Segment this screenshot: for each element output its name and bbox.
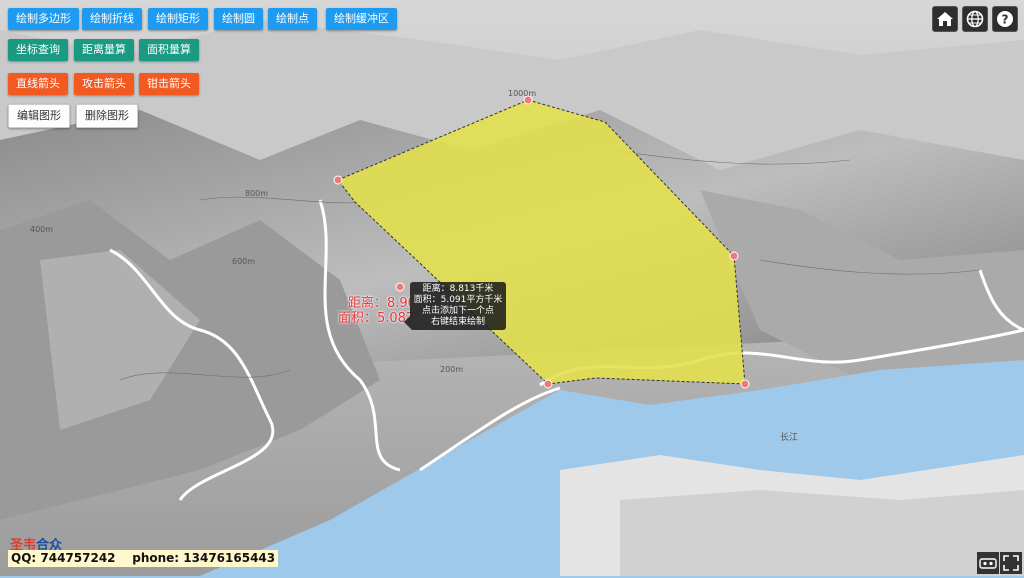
vertex-marker[interactable] xyxy=(740,379,750,389)
draw-polygon-button[interactable]: 绘制多边形 xyxy=(8,8,79,30)
tooltip-hint-add: 点击添加下一个点 xyxy=(421,306,494,316)
tooltip-area: 面积：5.091平方千米 xyxy=(413,295,503,305)
area-measure-label: 面积：5.087 xyxy=(338,311,415,326)
home-icon[interactable] xyxy=(932,6,958,32)
tooltip-distance: 距离：8.813千米 xyxy=(422,284,494,294)
distance-measure-button[interactable]: 距离量算 xyxy=(74,39,134,61)
cursor-vertex-marker[interactable] xyxy=(395,282,405,292)
attack-arrow-button[interactable]: 攻击箭头 xyxy=(74,73,134,95)
vertex-marker[interactable] xyxy=(333,175,343,185)
svg-text:?: ? xyxy=(1002,13,1009,27)
contour-label: 200m xyxy=(440,365,463,374)
edit-shape-button[interactable]: 编辑图形 xyxy=(8,104,70,128)
draw-buffer-button[interactable]: 绘制缓冲区 xyxy=(326,8,397,30)
fullscreen-icon[interactable] xyxy=(1000,552,1022,574)
area-measure-button[interactable]: 面积量算 xyxy=(139,39,199,61)
pincer-arrow-button[interactable]: 钳击箭头 xyxy=(139,73,199,95)
tooltip-hint-end: 右键结束绘制 xyxy=(430,317,485,327)
globe-icon[interactable] xyxy=(962,6,988,32)
vertex-marker[interactable] xyxy=(543,379,553,389)
draw-polyline-button[interactable]: 绘制折线 xyxy=(82,8,142,30)
measure-tooltip: 距离：8.813千米 面积：5.091平方千米 点击添加下一个点 右键结束绘制 xyxy=(404,282,506,330)
contact-info: QQ: 744757242 phone: 13476165443 xyxy=(8,550,279,567)
draw-rectangle-button[interactable]: 绘制矩形 xyxy=(148,8,208,30)
contour-label: 600m xyxy=(232,257,255,266)
river-label: 长江 xyxy=(780,431,798,443)
delete-shape-button[interactable]: 删除图形 xyxy=(76,104,138,128)
vr-icon[interactable] xyxy=(977,552,999,574)
help-icon[interactable]: ? xyxy=(992,6,1018,32)
contour-label: 800m xyxy=(245,189,268,198)
straight-arrow-button[interactable]: 直线箭头 xyxy=(8,73,68,95)
draw-point-button[interactable]: 绘制点 xyxy=(268,8,317,30)
coordinate-query-button[interactable]: 坐标查询 xyxy=(8,39,68,61)
draw-circle-button[interactable]: 绘制圆 xyxy=(214,8,263,30)
vertex-marker[interactable] xyxy=(729,251,739,261)
contour-label: 400m xyxy=(30,225,53,234)
contour-label: 1000m xyxy=(508,89,536,98)
